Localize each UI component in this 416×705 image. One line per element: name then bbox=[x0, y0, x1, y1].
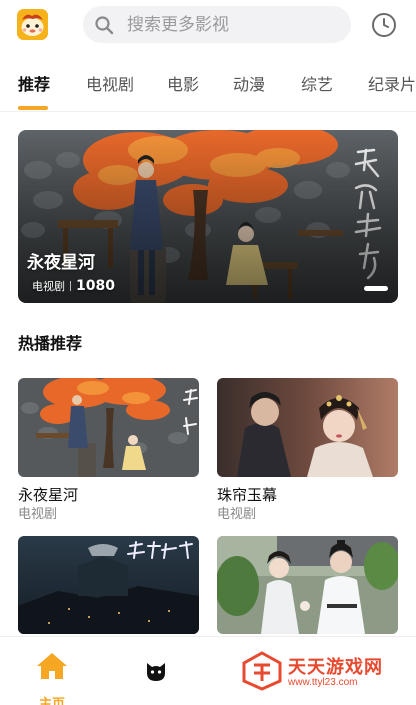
banner-genre: 电视剧 bbox=[32, 280, 65, 293]
meta-separator bbox=[70, 281, 71, 291]
nav-home[interactable]: 主页 bbox=[36, 651, 68, 705]
tab-variety[interactable]: 综艺 bbox=[301, 74, 333, 96]
tab-anime[interactable]: 动漫 bbox=[233, 74, 265, 96]
tab-tv-series[interactable]: 电视剧 bbox=[86, 74, 134, 96]
video-card[interactable]: 珠帘玉幕 电视剧 bbox=[217, 378, 398, 523]
thumbnail-image bbox=[217, 536, 398, 634]
search-input[interactable] bbox=[127, 6, 337, 43]
cat-face-icon bbox=[147, 663, 165, 681]
bottom-navigation: 主页 天天游戏网 www.ttyl23.com bbox=[0, 636, 416, 705]
video-card[interactable]: 永夜星河 电视剧 bbox=[18, 378, 199, 523]
banner-count: 1080 bbox=[76, 278, 115, 294]
banner-title: 永夜星河 bbox=[27, 253, 95, 273]
video-thumbnail[interactable] bbox=[217, 378, 398, 477]
watermark-logo-icon bbox=[242, 651, 282, 691]
tab-documentary[interactable]: 纪录片 bbox=[368, 74, 416, 96]
thumbnail-image bbox=[18, 536, 199, 634]
category-tabs: 推荐 电视剧 电影 动漫 综艺 纪录片 bbox=[0, 62, 416, 110]
video-thumbnail[interactable] bbox=[18, 536, 199, 634]
active-tab-indicator bbox=[18, 106, 48, 110]
section-title: 热播推荐 bbox=[18, 334, 83, 353]
nav-profile[interactable] bbox=[144, 659, 168, 683]
tab-movie[interactable]: 电影 bbox=[167, 74, 199, 96]
video-title[interactable]: 永夜星河 bbox=[18, 485, 199, 505]
watermark-text: 天天游戏网 bbox=[288, 657, 383, 678]
divider bbox=[0, 111, 416, 112]
watermark-url: www.ttyl23.com bbox=[288, 677, 358, 688]
video-title[interactable]: 珠帘玉幕 bbox=[217, 485, 398, 505]
home-icon bbox=[37, 653, 67, 679]
video-thumbnail[interactable] bbox=[18, 378, 199, 477]
clock-icon[interactable] bbox=[371, 12, 397, 38]
app-screen: 推荐 电视剧 电影 动漫 综艺 纪录片 bbox=[0, 0, 416, 705]
search-bar[interactable] bbox=[83, 6, 351, 43]
video-genre: 电视剧 bbox=[217, 507, 257, 522]
video-thumbnail[interactable] bbox=[217, 536, 398, 634]
cartoon-face-logo-icon[interactable] bbox=[17, 9, 48, 40]
thumbnail-image bbox=[18, 378, 199, 477]
tab-recommend[interactable]: 推荐 bbox=[18, 74, 50, 96]
watermark: 天天游戏网 www.ttyl23.com bbox=[242, 649, 392, 693]
featured-banner[interactable]: 永夜星河 电视剧 1080 bbox=[18, 130, 398, 303]
header bbox=[0, 0, 416, 54]
carousel-indicator[interactable] bbox=[364, 286, 388, 291]
thumbnail-image bbox=[217, 378, 398, 477]
video-genre: 电视剧 bbox=[18, 507, 58, 522]
search-icon bbox=[95, 16, 114, 35]
banner-meta: 电视剧 1080 bbox=[32, 276, 115, 296]
nav-home-label: 主页 bbox=[38, 697, 65, 705]
